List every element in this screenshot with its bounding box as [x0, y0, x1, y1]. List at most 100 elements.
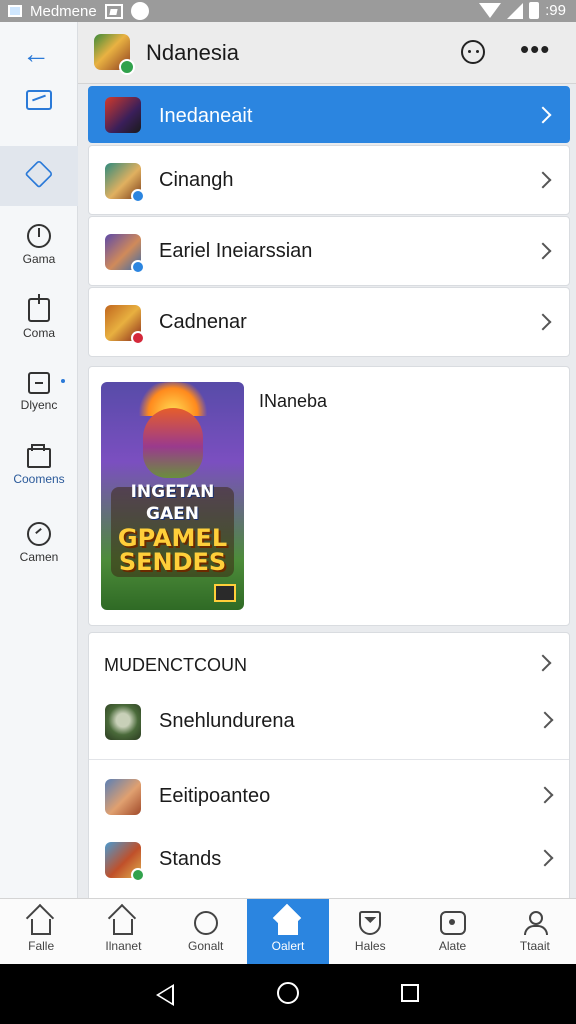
folder-icon [27, 444, 51, 468]
chevron-right-icon [534, 171, 552, 189]
system-navigation-bar [0, 964, 576, 1024]
sidebar-item-camen[interactable]: Camen [0, 514, 78, 580]
list-item-inedaneait[interactable]: Inedaneait [88, 86, 570, 143]
nav-label: Alate [438, 939, 467, 953]
chevron-right-icon[interactable] [534, 654, 552, 672]
nav-item-ilnanet[interactable]: Ilnanet [82, 899, 164, 964]
game-thumbnail [105, 97, 141, 133]
list-item-label: Eariel Ineiarssian [159, 240, 313, 262]
chevron-right-icon [534, 106, 552, 124]
person-icon [523, 911, 548, 935]
nav-item-ttaait[interactable]: Ttaait [494, 899, 576, 964]
sidebar-item-label: Coomens [13, 472, 65, 486]
camera-icon [439, 911, 466, 935]
list-item-label: Eeitipoanteo [159, 785, 271, 807]
list-item-cinangh[interactable]: Cinangh [88, 145, 570, 215]
featured-game-title: INaneba [259, 391, 328, 411]
nav-item-hales[interactable]: Hales [329, 899, 411, 964]
sidebar-item-inbox[interactable] [0, 76, 78, 142]
list-item-label: Snehlundurena [159, 710, 295, 732]
chevron-right-icon [536, 849, 554, 867]
nav-label: Ttaait [519, 939, 550, 953]
section-list-item[interactable]: Eeitipoanteo [89, 770, 569, 832]
sidebar-item-gama[interactable]: Gama [0, 216, 78, 282]
back-arrow-icon[interactable]: ← [22, 40, 50, 68]
bottom-navigation: Falle Ilnanet Gonalt Oalert Hales Alate … [0, 898, 576, 964]
section-card: MUDENCTCOUN Snehlundurena Eeitipoanteo S… [88, 632, 570, 902]
poster-text: SENDES [118, 548, 227, 576]
chevron-right-icon [534, 313, 552, 331]
list-item-cadnenar[interactable]: Cadnenar [88, 287, 570, 357]
nav-item-gonalt[interactable]: Gonalt [165, 899, 247, 964]
game-thumbnail [105, 779, 141, 815]
system-back-icon[interactable] [156, 984, 174, 1006]
clock-icon [27, 522, 51, 546]
header: Ndanesia ••• [78, 22, 576, 84]
badge-icon [131, 189, 145, 203]
home-icon [31, 919, 52, 935]
status-time: :99 [545, 2, 566, 19]
sidebar-item-home[interactable] [0, 146, 78, 206]
circle-notification-icon [130, 2, 149, 20]
avatar[interactable] [94, 34, 135, 75]
list-item-label: Stands [159, 848, 222, 870]
poster-text: GAEN [146, 504, 199, 524]
sidebar-item-dlyenc[interactable]: Dlyenc [0, 364, 78, 430]
battery-icon [529, 2, 540, 19]
sidebar: ← Gama Coma Dlyenc Coomens Camen [0, 22, 78, 898]
system-recents-icon[interactable] [401, 984, 419, 1002]
list-item-label: Inedaneait [159, 105, 253, 127]
home-icon [113, 919, 134, 935]
nav-label: Falle [28, 939, 55, 953]
status-app-label: Medmene [30, 2, 97, 20]
image-notification-icon [104, 3, 123, 19]
featured-game-card[interactable]: INGETAN GAEN GPAMEL SENDES INaneba [88, 366, 570, 626]
nav-item-oalert[interactable]: Oalert [246, 899, 330, 964]
game-poster-image[interactable]: INGETAN GAEN GPAMEL SENDES [101, 382, 244, 610]
list-item-label: Cinangh [159, 169, 234, 191]
list-item-label: Cadnenar [159, 311, 247, 333]
chat-bubble-icon [193, 911, 218, 935]
section-title: MUDENCTCOUN [104, 655, 247, 675]
app-notification-icon [8, 5, 22, 17]
shield-icon [359, 911, 382, 935]
chevron-right-icon [536, 711, 554, 729]
section-list-item[interactable]: Stands [89, 833, 569, 895]
wifi-icon [479, 3, 502, 18]
list-item-eariel-ineiarssian[interactable]: Eariel Ineiarssian [88, 216, 570, 286]
chevron-right-icon [536, 786, 554, 804]
notification-dot [61, 379, 65, 383]
poster-character [143, 408, 203, 478]
online-status-icon [119, 59, 135, 75]
nav-item-alate[interactable]: Alate [411, 899, 493, 964]
clipboard-icon [28, 294, 50, 322]
inbox-icon [26, 90, 52, 110]
sidebar-item-label: Gama [22, 252, 56, 266]
game-thumbnail [105, 704, 141, 740]
poster-text: INGETAN [130, 482, 215, 502]
home-icon [24, 159, 54, 189]
document-icon [28, 372, 50, 394]
nav-label: Gonalt [188, 939, 224, 953]
cat-face-icon[interactable] [461, 40, 485, 64]
signal-icon [507, 2, 524, 19]
sidebar-item-coomens[interactable]: Coomens [0, 440, 78, 506]
poster-logo-icon [214, 584, 236, 602]
nav-label: Oalert [271, 939, 305, 953]
badge-icon [131, 260, 145, 274]
divider [89, 759, 569, 760]
badge-icon [131, 868, 145, 882]
sidebar-item-label: Coma [22, 326, 55, 340]
sidebar-item-label: Camen [19, 550, 59, 564]
system-home-icon[interactable] [277, 982, 299, 1004]
nav-label: Hales [354, 939, 386, 953]
power-icon [27, 224, 51, 248]
nav-item-falle[interactable]: Falle [0, 899, 82, 964]
nav-label: Ilnanet [105, 939, 142, 953]
page-title: Ndanesia [146, 40, 239, 65]
home-icon [277, 919, 298, 935]
more-options-icon[interactable]: ••• [520, 36, 550, 62]
section-list-item[interactable]: Snehlundurena [89, 695, 569, 757]
sidebar-item-coma[interactable]: Coma [0, 290, 78, 356]
status-bar: Medmene :99 [0, 0, 576, 22]
